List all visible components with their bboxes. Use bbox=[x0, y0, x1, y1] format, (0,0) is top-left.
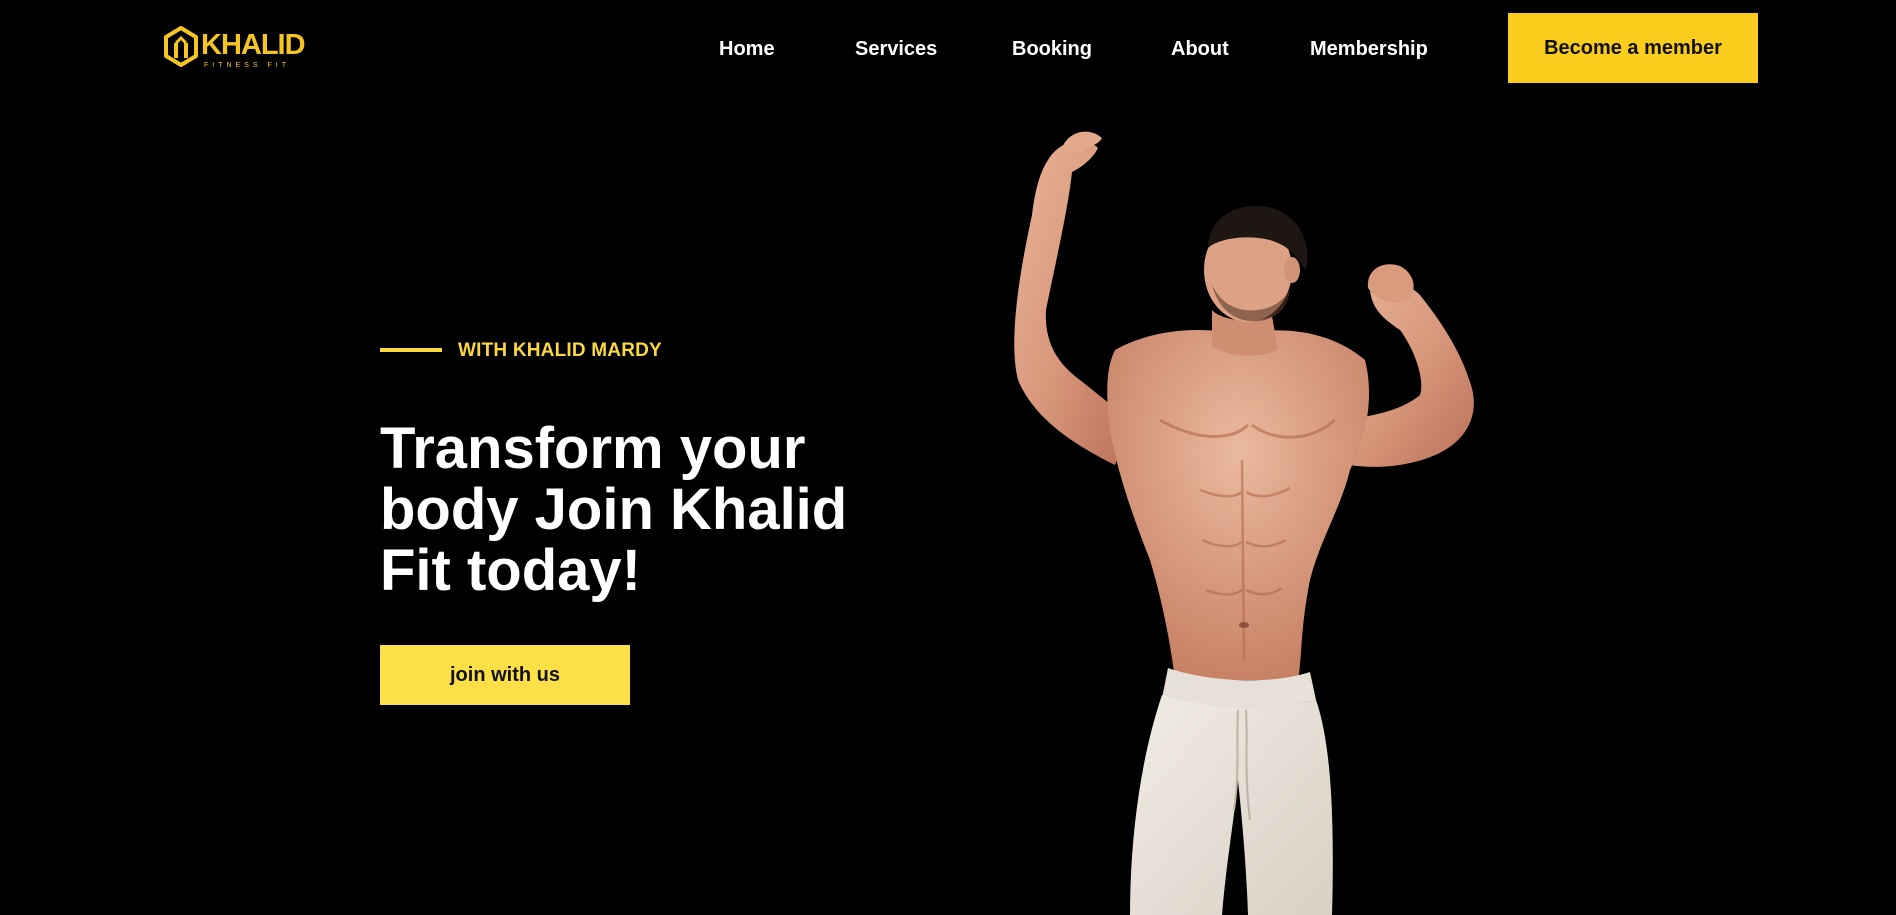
brand-logo[interactable]: KHALID FITNESS FIT bbox=[163, 26, 306, 70]
hero-eyebrow: WITH KHALID MARDY bbox=[458, 340, 662, 361]
brand-tagline: FITNESS FIT bbox=[204, 62, 290, 69]
nav-link-membership[interactable]: Membership bbox=[1310, 37, 1428, 61]
join-with-us-button[interactable]: join with us bbox=[380, 645, 630, 705]
nav-link-booking[interactable]: Booking bbox=[1012, 37, 1092, 61]
nav-link-home[interactable]: Home bbox=[719, 37, 775, 61]
eyebrow-divider bbox=[380, 348, 442, 352]
nav-link-about[interactable]: About bbox=[1171, 37, 1229, 61]
page: KHALID FITNESS FIT Home Services Booking… bbox=[0, 0, 1896, 915]
logo-mark-icon bbox=[164, 26, 198, 67]
become-member-button[interactable]: Become a member bbox=[1508, 13, 1758, 83]
brand-name: KHALID bbox=[201, 29, 306, 61]
nav-link-services[interactable]: Services bbox=[855, 37, 937, 61]
hero-athlete-image bbox=[1014, 131, 1474, 915]
hero-title: Transform your body Join Khalid Fit toda… bbox=[380, 416, 848, 603]
